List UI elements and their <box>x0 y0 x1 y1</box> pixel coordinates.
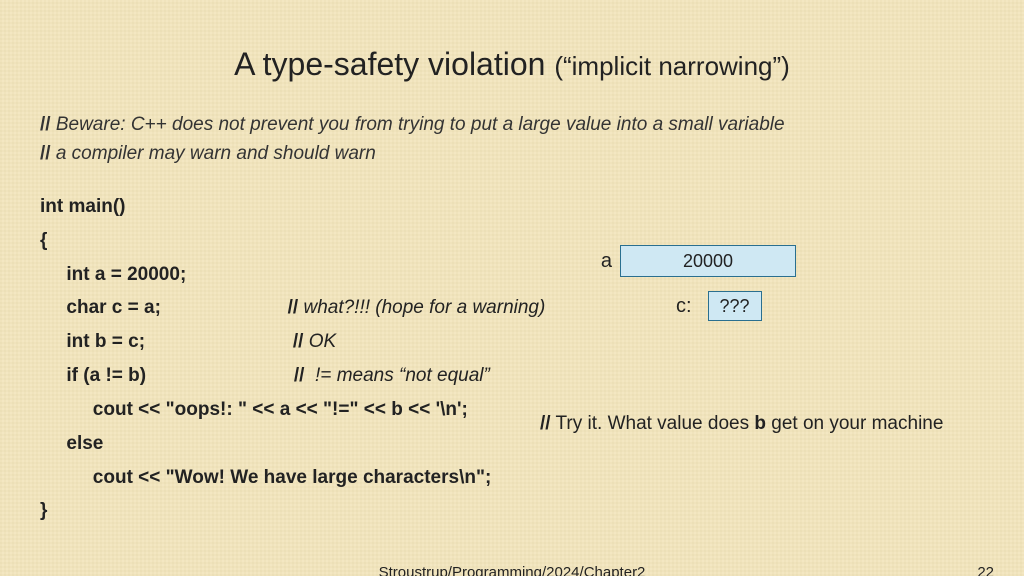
code-line: { <box>40 224 984 258</box>
code-line: if (a != b) // != means “not equal” <box>40 359 984 393</box>
code-line: char c = a; // what?!!! (hope for a warn… <box>40 291 984 325</box>
diagram-row-c: c: ??? <box>676 291 796 321</box>
title-sub: (“implicit narrowing”) <box>554 51 790 81</box>
comment-slash: // <box>40 143 51 164</box>
comment-line-1: // Beware: C++ does not prevent you from… <box>40 111 984 140</box>
box-c: ??? <box>708 291 762 321</box>
code-line: int main() <box>40 190 984 224</box>
try-it-note: // Try it. What value does b get on your… <box>540 413 943 435</box>
code-line: int b = c; // OK <box>40 325 984 359</box>
code-line: } <box>40 494 984 528</box>
code-line: int a = 20000; <box>40 258 984 292</box>
title-main: A type-safety violation <box>234 46 554 82</box>
code-line: cout << "Wow! We have large characters\n… <box>40 461 984 495</box>
label-a: a <box>582 250 612 273</box>
code-block: int main() { int a = 20000; char c = a; … <box>40 190 984 528</box>
comment-slash: // <box>40 114 51 135</box>
footer-source: Stroustrup/Programming/2024/Chapter2 <box>379 564 646 576</box>
box-a: 20000 <box>620 245 796 277</box>
comment-line-2: // a compiler may warn and should warn <box>40 140 984 169</box>
intro-comments: // Beware: C++ does not prevent you from… <box>40 111 984 168</box>
slide-title: A type-safety violation (“implicit narro… <box>40 46 984 83</box>
footer-page-number: 22 <box>977 564 994 576</box>
memory-diagram: a 20000 c: ??? <box>582 245 796 335</box>
diagram-row-a: a 20000 <box>582 245 796 277</box>
label-c: c: <box>676 295 692 318</box>
